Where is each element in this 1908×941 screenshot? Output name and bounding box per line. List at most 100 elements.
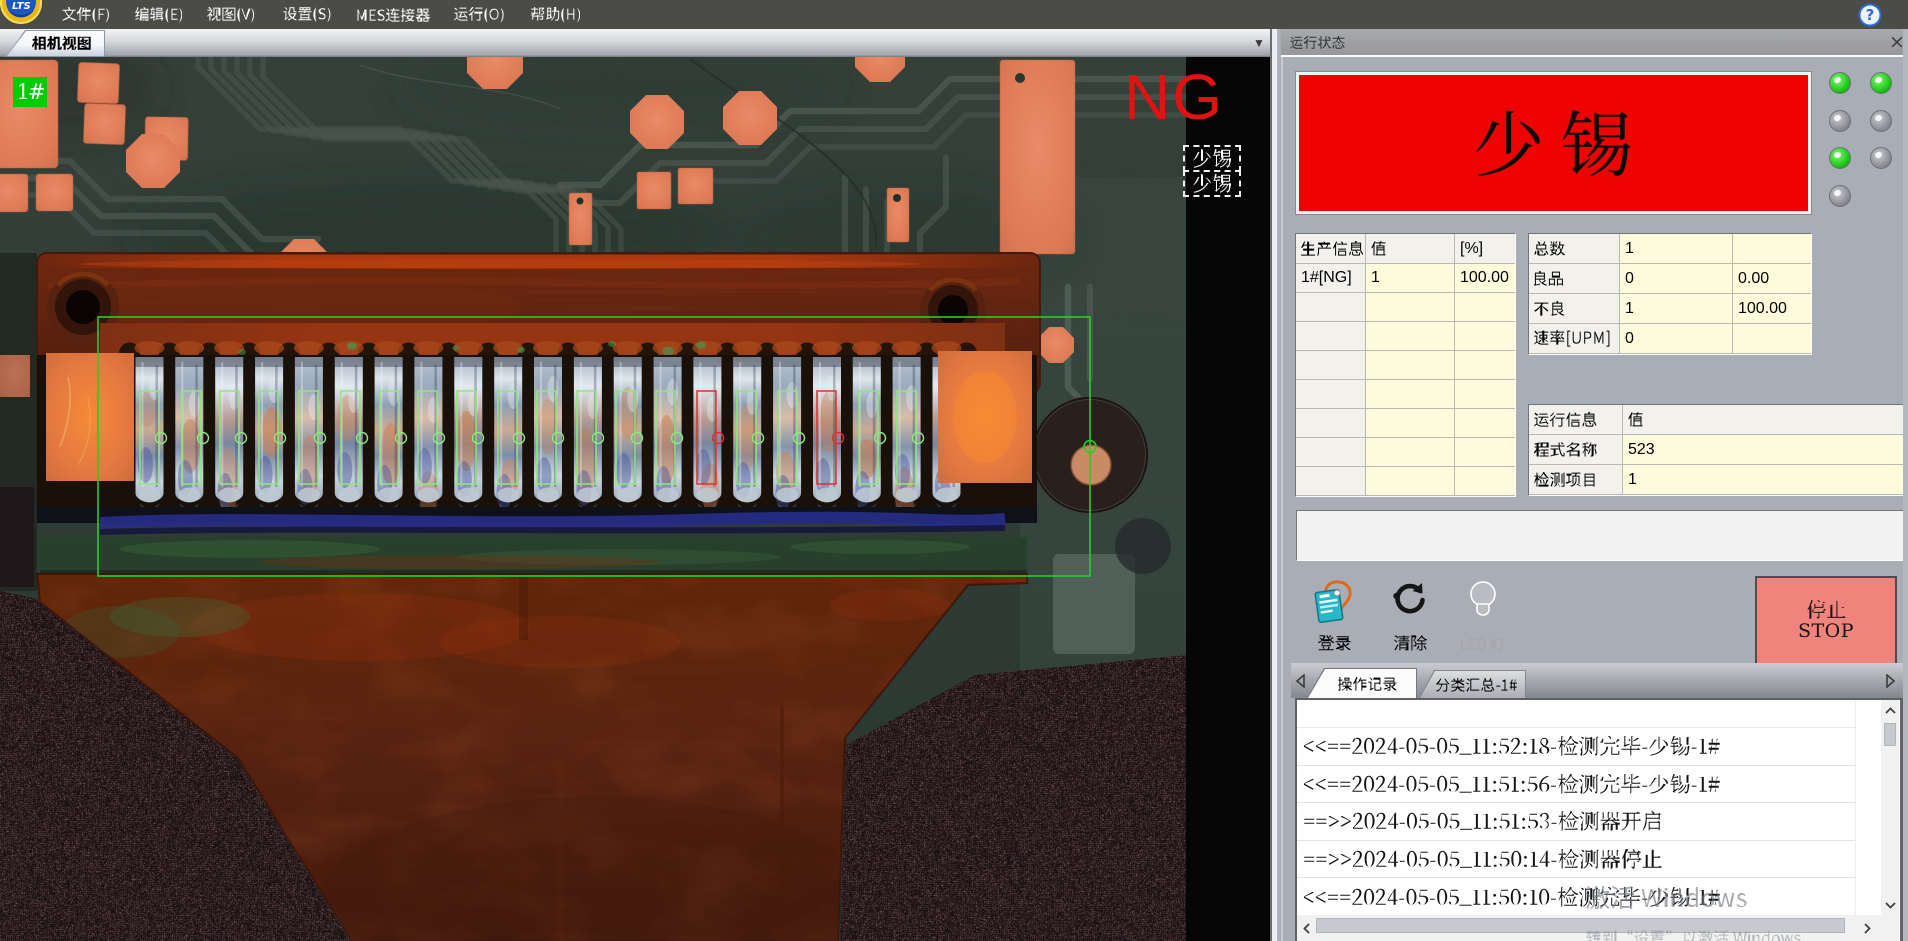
id-badge-icon xyxy=(1313,579,1355,625)
menu-item[interactable]: 编辑(E) xyxy=(135,0,182,29)
log-entry[interactable]: ==>>2024-05-05_11:51:53-检测器开启 xyxy=(1297,803,1855,841)
table-cell: 1 xyxy=(1623,465,1905,495)
login-button[interactable]: 登录 xyxy=(1308,579,1360,651)
stop-button[interactable]: 停止 STOP xyxy=(1755,576,1897,666)
led-light-label: LED 灯 xyxy=(1461,637,1505,651)
table-cell xyxy=(1455,351,1515,380)
column-header: 值 xyxy=(1623,405,1905,435)
table-cell: 0 xyxy=(1620,264,1733,294)
pcb-image xyxy=(0,57,1270,941)
table-cell xyxy=(1455,293,1515,322)
refresh-icon xyxy=(1390,579,1430,619)
log-entry[interactable]: <<==2024-05-05_11:50:10-检测完毕-少锡-1# xyxy=(1297,878,1855,916)
table-cell xyxy=(1296,322,1366,351)
login-label: 登录 xyxy=(1318,635,1351,651)
menu-item[interactable]: MES连接器 xyxy=(357,0,431,29)
menu-item[interactable]: 文件(F) xyxy=(62,0,109,29)
scrollbar-corner xyxy=(1881,915,1899,941)
menu-item[interactable]: 运行(O) xyxy=(454,0,504,29)
log-column-divider xyxy=(1855,700,1856,915)
panel-splitter[interactable] xyxy=(1270,29,1281,941)
table-cell: 1#[NG] xyxy=(1296,264,1366,293)
table-cell xyxy=(1455,322,1515,351)
totals-table: 总数1良品00.00不良1100.00速率[UPM]0 xyxy=(1528,233,1812,355)
status-led xyxy=(1829,185,1851,207)
table-cell: 1 xyxy=(1366,264,1455,293)
table-cell xyxy=(1296,438,1366,467)
clear-button[interactable]: 清除 xyxy=(1384,579,1436,651)
table-cell: 检测项目 xyxy=(1529,465,1623,495)
table-cell: 523 xyxy=(1623,435,1905,465)
alarm-text: 少锡 xyxy=(1476,110,1631,177)
column-header: 值 xyxy=(1366,234,1455,264)
table-cell xyxy=(1366,438,1455,467)
table-cell: 0.00 xyxy=(1733,264,1811,294)
table-cell xyxy=(1455,409,1515,438)
defect-tags: 少锡 少锡 xyxy=(1183,145,1241,197)
table-cell xyxy=(1366,322,1455,351)
tab-operation-log[interactable]: 操作记录 xyxy=(1308,669,1416,698)
menu-item[interactable]: 设置(S) xyxy=(283,0,331,29)
led-light-button[interactable]: LED 灯 xyxy=(1450,579,1516,651)
table-cell xyxy=(1455,467,1515,496)
column-header: [%] xyxy=(1455,234,1515,264)
table-cell xyxy=(1366,293,1455,322)
message-box xyxy=(1296,510,1905,561)
production-table: 生产信息值[%] 1#[NG]1100.00 xyxy=(1295,233,1516,497)
station-label: 1# xyxy=(13,77,47,107)
log-entry[interactable]: ==>>2024-05-05_11:50:14-检测器停止 xyxy=(1297,841,1855,879)
table-cell xyxy=(1455,438,1515,467)
scroll-left-icon[interactable] xyxy=(1297,918,1315,938)
svg-text:?: ? xyxy=(1866,6,1875,24)
scroll-right-icon[interactable] xyxy=(1858,918,1876,938)
table-cell xyxy=(1366,351,1455,380)
table-cell: 1 xyxy=(1620,234,1733,264)
panel-title: 运行状态 xyxy=(1290,36,1345,49)
log-entry[interactable]: <<==2024-05-05_11:51:56-检测完毕-少锡-1# xyxy=(1297,766,1855,804)
inspection-result: NG xyxy=(1124,62,1224,132)
table-cell xyxy=(1366,467,1455,496)
table-cell xyxy=(1366,380,1455,409)
window-edge xyxy=(1903,29,1908,941)
table-cell: 不良 xyxy=(1529,294,1620,324)
status-led xyxy=(1870,110,1892,132)
view-tab-bar: 相机视图 ▼ xyxy=(0,29,1277,57)
menu-bar: LTS 文件(F) 编辑(E) 视图(V) 设置(S) MES连接器运行(O) 帮助(H)… xyxy=(0,0,1908,29)
menu-item[interactable]: 帮助(H) xyxy=(531,0,580,29)
chevron-down-icon[interactable]: ▼ xyxy=(1250,35,1268,51)
app-logo-icon: LTS xyxy=(0,0,46,28)
status-led xyxy=(1829,72,1851,94)
tab-category-summary[interactable]: 分类汇总-1# xyxy=(1420,671,1525,698)
run-info-table: 运行信息值程式名称523检测项目1 xyxy=(1528,404,1906,496)
alarm-text-box: 少锡 xyxy=(1299,75,1808,211)
table-cell xyxy=(1296,293,1366,322)
alarm-box: 少锡 xyxy=(1295,71,1812,215)
clear-label: 清除 xyxy=(1394,635,1427,651)
panel-title-bar: 运行状态 xyxy=(1281,29,1908,55)
camera-view[interactable]: 1# NG 少锡 少锡 xyxy=(0,57,1270,941)
column-header: 生产信息 xyxy=(1296,234,1366,264)
table-cell: 总数 xyxy=(1529,234,1620,264)
table-cell xyxy=(1733,234,1811,264)
vertical-scroll-thumb[interactable] xyxy=(1884,723,1896,746)
tab-scroll-right-icon[interactable] xyxy=(1884,674,1897,688)
defect-tag: 少锡 xyxy=(1183,170,1241,197)
table-cell: 100.00 xyxy=(1455,264,1515,293)
log-entry[interactable]: <<==2024-05-05_11:52:18-检测完毕-少锡-1# xyxy=(1297,728,1855,766)
windows-activation-watermark-line2: 转到“设置”以激活 Windows xyxy=(1586,930,1801,941)
menu-item[interactable]: 视图(V) xyxy=(207,0,254,29)
bulb-icon xyxy=(1466,579,1500,621)
tab-camera-view[interactable]: 相机视图 xyxy=(7,31,104,56)
table-cell xyxy=(1296,380,1366,409)
status-led xyxy=(1829,147,1851,169)
column-header: 运行信息 xyxy=(1529,405,1623,435)
scroll-down-icon[interactable] xyxy=(1881,897,1899,913)
table-cell xyxy=(1296,409,1366,438)
table-cell xyxy=(1366,409,1455,438)
help-icon[interactable]: ? xyxy=(1857,3,1883,28)
scroll-up-icon[interactable] xyxy=(1881,702,1899,718)
table-cell: 1 xyxy=(1620,294,1733,324)
tab-scroll-left-icon[interactable] xyxy=(1294,674,1307,688)
status-led xyxy=(1829,110,1851,132)
table-cell: 程式名称 xyxy=(1529,435,1623,465)
